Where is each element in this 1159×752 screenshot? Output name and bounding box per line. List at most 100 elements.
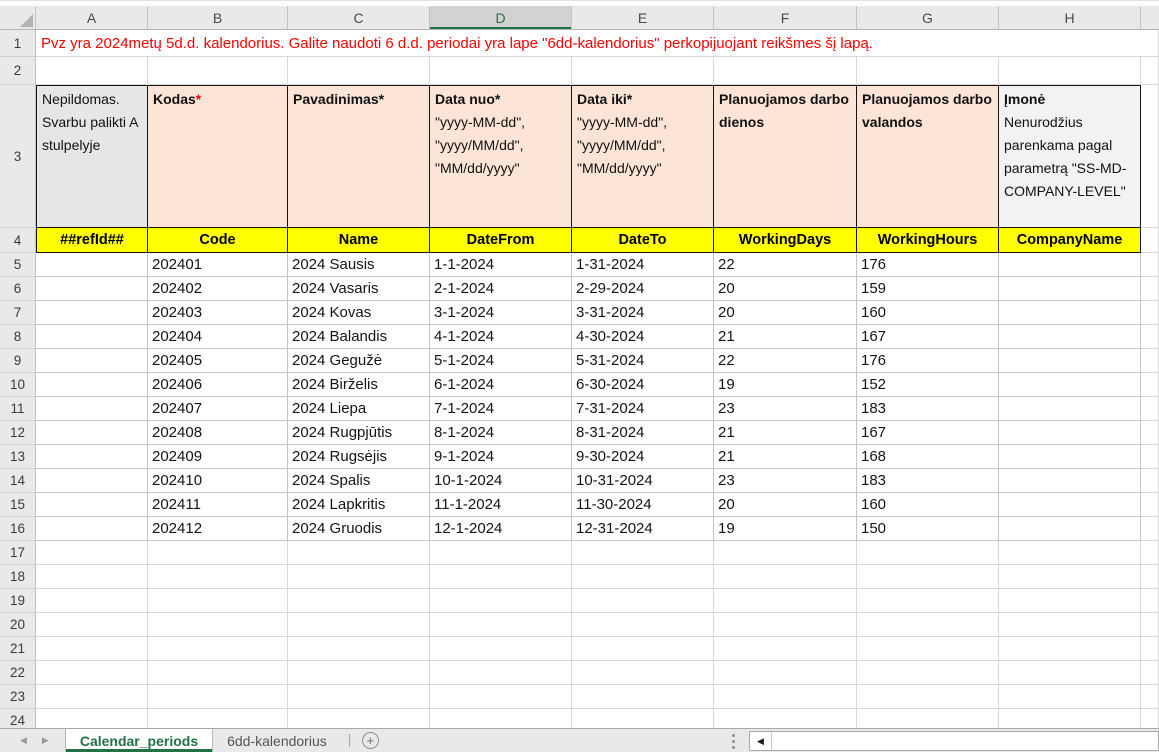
- sheet-nav-left-icon[interactable]: ◀: [20, 736, 27, 745]
- row-header-5[interactable]: 5: [0, 253, 36, 277]
- cell-G13[interactable]: 168: [857, 445, 999, 469]
- cell-E22[interactable]: [572, 661, 714, 685]
- cell-F6[interactable]: 20: [714, 277, 857, 301]
- cell-D10[interactable]: 6-1-2024: [430, 373, 572, 397]
- cell-B21[interactable]: [148, 637, 288, 661]
- cell-E6[interactable]: 2-29-2024: [572, 277, 714, 301]
- cell-C9[interactable]: 2024 Gegužė: [288, 349, 430, 373]
- select-all-button[interactable]: [0, 6, 36, 29]
- column-header-B[interactable]: B: [148, 6, 288, 29]
- cell-D17[interactable]: [430, 541, 572, 565]
- cell-I17[interactable]: [1141, 541, 1159, 565]
- scroll-left-button[interactable]: ◀: [750, 732, 772, 750]
- cell-B8[interactable]: 202404: [148, 325, 288, 349]
- column-header-E[interactable]: E: [572, 6, 714, 29]
- cell-A10[interactable]: [36, 373, 148, 397]
- cell-H22[interactable]: [999, 661, 1141, 685]
- row-header-14[interactable]: 14: [0, 469, 36, 493]
- cell-F20[interactable]: [714, 613, 857, 637]
- cell-I8[interactable]: [1141, 325, 1159, 349]
- cell-B9[interactable]: 202405: [148, 349, 288, 373]
- cell-F7[interactable]: 20: [714, 301, 857, 325]
- cell-A17[interactable]: [36, 541, 148, 565]
- cell-D8[interactable]: 4-1-2024: [430, 325, 572, 349]
- cell-E15[interactable]: 11-30-2024: [572, 493, 714, 517]
- cell-I7[interactable]: [1141, 301, 1159, 325]
- cell-H14[interactable]: [999, 469, 1141, 493]
- cell-C24[interactable]: [288, 709, 430, 728]
- cell-E4[interactable]: DateTo: [572, 228, 714, 253]
- cell-I3[interactable]: [1141, 85, 1159, 228]
- cell-D7[interactable]: 3-1-2024: [430, 301, 572, 325]
- cell-D21[interactable]: [430, 637, 572, 661]
- cell-F2[interactable]: [714, 57, 857, 85]
- cell-E20[interactable]: [572, 613, 714, 637]
- cell-A13[interactable]: [36, 445, 148, 469]
- cell-A8[interactable]: [36, 325, 148, 349]
- sheet-tab-calendar-periods[interactable]: Calendar_periods: [65, 729, 213, 752]
- cell-D5[interactable]: 1-1-2024: [430, 253, 572, 277]
- cell-D23[interactable]: [430, 685, 572, 709]
- cell-C19[interactable]: [288, 589, 430, 613]
- cell-B19[interactable]: [148, 589, 288, 613]
- cell-C12[interactable]: 2024 Rugpjūtis: [288, 421, 430, 445]
- row-header-18[interactable]: 18: [0, 565, 36, 589]
- cell-D9[interactable]: 5-1-2024: [430, 349, 572, 373]
- cell-B4[interactable]: Code: [148, 228, 288, 253]
- cell-A2[interactable]: [36, 57, 148, 85]
- row-header-8[interactable]: 8: [0, 325, 36, 349]
- cell-G22[interactable]: [857, 661, 999, 685]
- row-header-21[interactable]: 21: [0, 637, 36, 661]
- cell-B6[interactable]: 202402: [148, 277, 288, 301]
- cell-F17[interactable]: [714, 541, 857, 565]
- cell-A3[interactable]: Nepildomas. Svarbu palikti A stulpelyje: [36, 85, 148, 228]
- cell-G17[interactable]: [857, 541, 999, 565]
- row-header-19[interactable]: 19: [0, 589, 36, 613]
- cell-F16[interactable]: 19: [714, 517, 857, 541]
- cell-C7[interactable]: 2024 Kovas: [288, 301, 430, 325]
- cell-G3[interactable]: Planuojamos darbo valandos: [857, 85, 999, 228]
- cell-D16[interactable]: 12-1-2024: [430, 517, 572, 541]
- cell-E16[interactable]: 12-31-2024: [572, 517, 714, 541]
- tab-scrollbar-splitter-handle[interactable]: [732, 740, 735, 743]
- cell-B17[interactable]: [148, 541, 288, 565]
- cell-F15[interactable]: 20: [714, 493, 857, 517]
- cell-F23[interactable]: [714, 685, 857, 709]
- cell-A9[interactable]: [36, 349, 148, 373]
- cell-H6[interactable]: [999, 277, 1141, 301]
- cell-D3[interactable]: Data nuo*"yyyy-MM-dd", "yyyy/MM/dd", "MM…: [430, 85, 572, 228]
- cell-D11[interactable]: 7-1-2024: [430, 397, 572, 421]
- cell-H13[interactable]: [999, 445, 1141, 469]
- row-header-13[interactable]: 13: [0, 445, 36, 469]
- cell-E24[interactable]: [572, 709, 714, 728]
- cell-A18[interactable]: [36, 565, 148, 589]
- cell-E18[interactable]: [572, 565, 714, 589]
- cell-E23[interactable]: [572, 685, 714, 709]
- cell-E7[interactable]: 3-31-2024: [572, 301, 714, 325]
- cell-G20[interactable]: [857, 613, 999, 637]
- cell-H2[interactable]: [999, 57, 1141, 85]
- cell-G6[interactable]: 159: [857, 277, 999, 301]
- cell-I24[interactable]: [1141, 709, 1159, 728]
- cell-H5[interactable]: [999, 253, 1141, 277]
- cell-E19[interactable]: [572, 589, 714, 613]
- row-header-2[interactable]: 2: [0, 57, 36, 85]
- cell-G4[interactable]: WorkingHours: [857, 228, 999, 253]
- cell-I22[interactable]: [1141, 661, 1159, 685]
- cell-H20[interactable]: [999, 613, 1141, 637]
- cell-G10[interactable]: 152: [857, 373, 999, 397]
- cell-E10[interactable]: 6-30-2024: [572, 373, 714, 397]
- cell-C18[interactable]: [288, 565, 430, 589]
- row-header-1[interactable]: 1: [0, 30, 36, 57]
- cell-C13[interactable]: 2024 Rugsėjis: [288, 445, 430, 469]
- cell-G16[interactable]: 150: [857, 517, 999, 541]
- cell-B13[interactable]: 202409: [148, 445, 288, 469]
- column-header-A[interactable]: A: [36, 6, 148, 29]
- row-header-12[interactable]: 12: [0, 421, 36, 445]
- cell-H18[interactable]: [999, 565, 1141, 589]
- cell-D12[interactable]: 8-1-2024: [430, 421, 572, 445]
- cell-D4[interactable]: DateFrom: [430, 228, 572, 253]
- column-header-H[interactable]: H: [999, 6, 1141, 29]
- cell-D24[interactable]: [430, 709, 572, 728]
- cell-A5[interactable]: [36, 253, 148, 277]
